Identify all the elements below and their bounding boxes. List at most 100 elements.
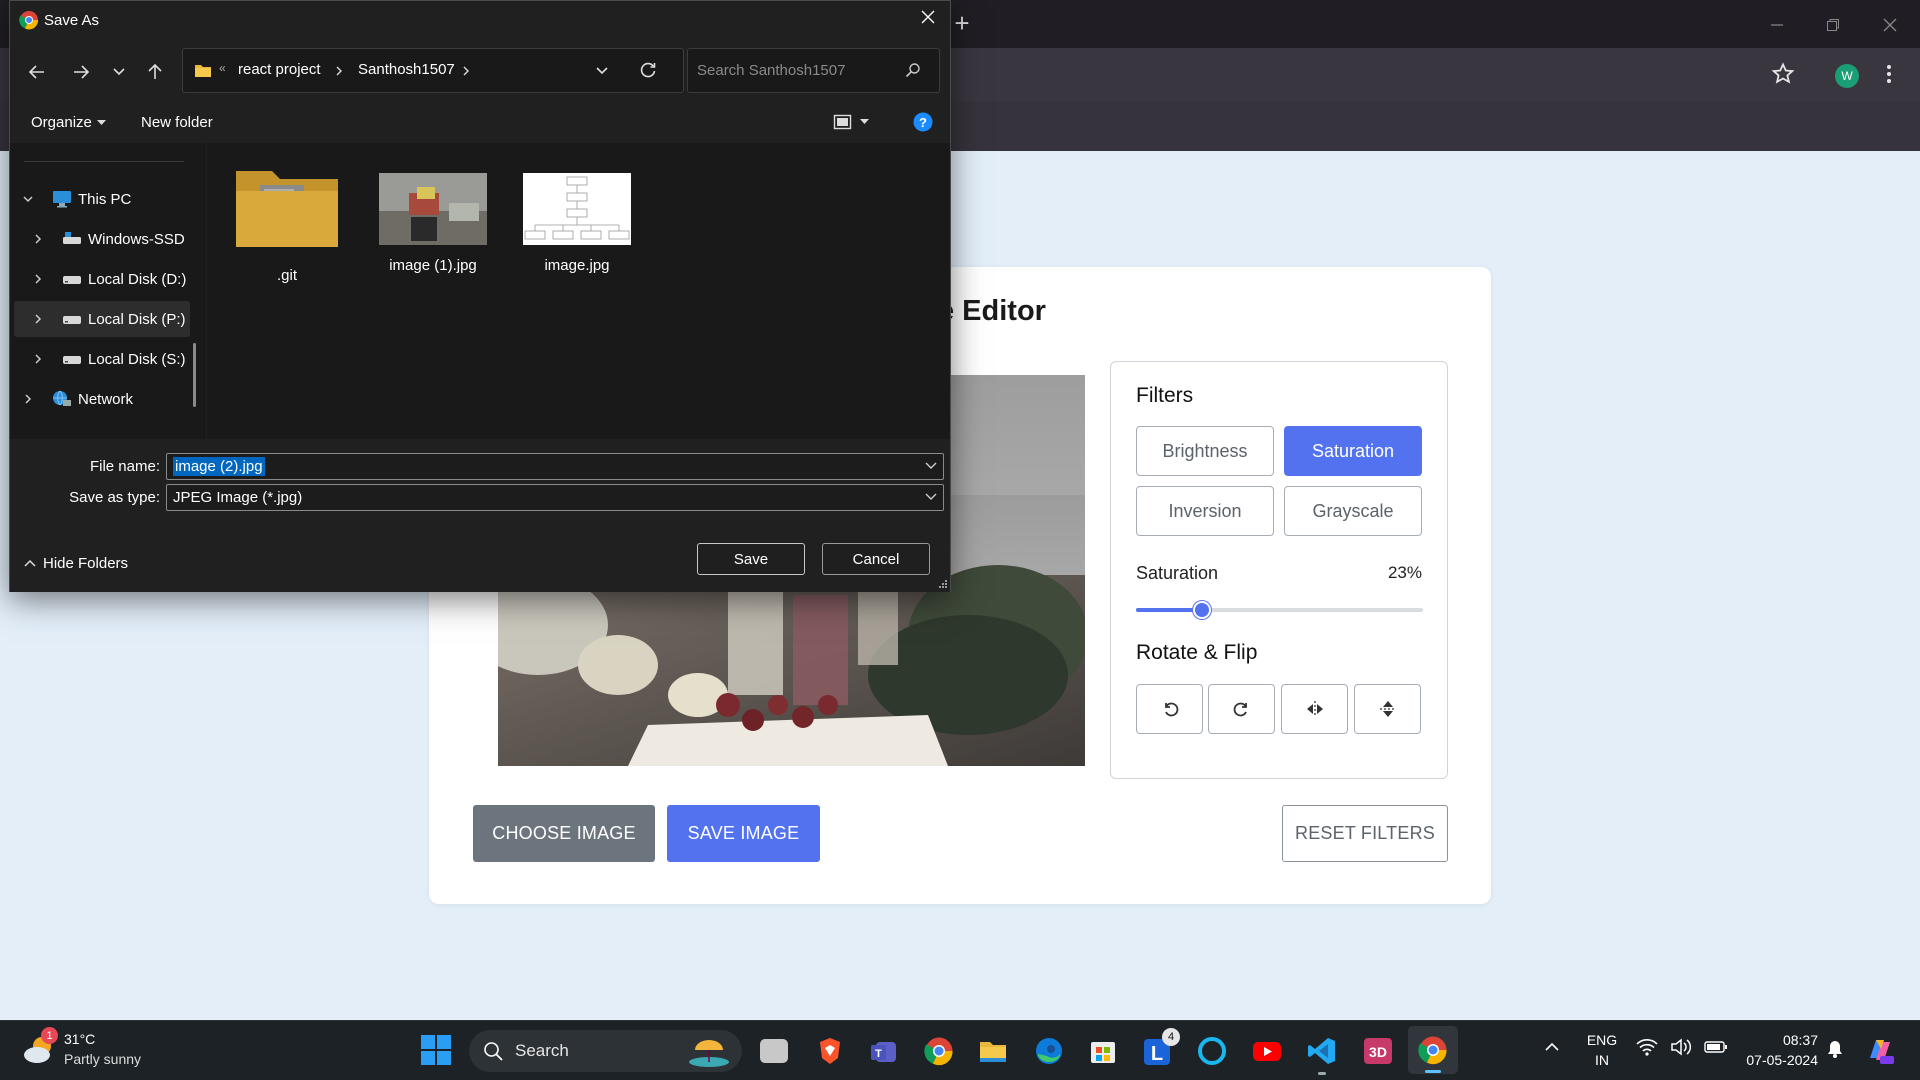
taskbar-search-label: Search xyxy=(515,1041,569,1060)
tree-item-windows-ssd[interactable]: Windows-SSD xyxy=(32,221,202,257)
tree-item-network[interactable]: Network xyxy=(22,381,192,417)
breadcrumb-react-project[interactable]: react project xyxy=(238,61,321,78)
hide-folders-button[interactable]: Hide Folders xyxy=(24,555,128,572)
recent-locations-button[interactable] xyxy=(104,57,134,87)
new-tab-button[interactable]: + xyxy=(950,8,974,39)
active-indicator xyxy=(1425,1070,1441,1073)
chevron-right-icon xyxy=(335,65,343,77)
chevron-right-icon xyxy=(32,233,52,245)
alexa-icon[interactable] xyxy=(1197,1036,1227,1066)
teams-icon[interactable]: T xyxy=(869,1036,899,1066)
new-folder-button[interactable]: New folder xyxy=(141,114,213,131)
dialog-cancel-button[interactable]: Cancel xyxy=(822,543,930,575)
slider-thumb[interactable] xyxy=(1193,601,1211,619)
chevron-down-icon xyxy=(22,193,42,205)
saturation-filter-button[interactable]: Saturation xyxy=(1284,426,1422,476)
slider-value: 23% xyxy=(1387,563,1422,582)
task-view-icon[interactable] xyxy=(760,1039,788,1063)
file-name: .git xyxy=(276,267,297,284)
browser-menu-button[interactable] xyxy=(1885,62,1893,86)
file-item-image[interactable]: image.jpg xyxy=(512,163,642,274)
clock[interactable]: 08:37 07-05-2024 xyxy=(1710,1030,1818,1070)
image-thumbnail xyxy=(523,173,631,245)
rotate-left-button[interactable] xyxy=(1136,684,1203,734)
breadcrumb-santhosh1507[interactable]: Santhosh1507 xyxy=(358,61,455,78)
brightness-filter-button[interactable]: Brightness xyxy=(1136,426,1274,476)
lang-primary: ENG xyxy=(1586,1032,1618,1048)
weather-widget[interactable]: 1 31°C Partly sunny xyxy=(22,1027,172,1073)
close-window-button[interactable] xyxy=(1877,12,1903,38)
dialog-close-button[interactable] xyxy=(920,9,936,25)
chrome-icon[interactable] xyxy=(924,1036,954,1066)
network-icon xyxy=(52,390,72,408)
refresh-icon[interactable] xyxy=(639,61,657,79)
search-icon xyxy=(905,62,921,78)
restore-button[interactable] xyxy=(1820,12,1846,38)
chrome-active-button[interactable] xyxy=(1408,1026,1458,1074)
chevron-up-icon xyxy=(1544,1041,1560,1053)
file-explorer-icon[interactable] xyxy=(978,1036,1008,1066)
dialog-save-button[interactable]: Save xyxy=(697,543,805,575)
chevron-right-icon xyxy=(462,65,470,77)
vscode-icon[interactable] xyxy=(1307,1036,1337,1066)
chevron-right-icon xyxy=(22,393,42,405)
arrow-right-icon xyxy=(72,63,90,81)
chevron-down-icon xyxy=(925,492,937,502)
grayscale-filter-button[interactable]: Grayscale xyxy=(1284,486,1422,536)
search-icon xyxy=(483,1041,503,1061)
youtube-icon[interactable] xyxy=(1252,1036,1282,1066)
file-item-git[interactable]: .git xyxy=(222,163,352,284)
tree-item-local-disk-d[interactable]: Local Disk (D:) xyxy=(32,261,202,297)
taskbar xyxy=(0,1020,1920,1080)
choose-image-button[interactable]: CHOOSE IMAGE xyxy=(473,805,655,862)
save-type-select[interactable]: JPEG Image (*.jpg) xyxy=(166,484,944,511)
breadcrumb-overflow[interactable]: « xyxy=(219,61,226,75)
tree-item-this-pc[interactable]: This PC xyxy=(22,181,192,217)
drive-icon xyxy=(62,351,82,367)
tree-item-local-disk-p[interactable]: Local Disk (P:) xyxy=(14,301,190,337)
3d-app-icon[interactable]: 3D xyxy=(1363,1036,1393,1066)
view-options-button[interactable] xyxy=(833,113,869,131)
saturation-slider[interactable] xyxy=(1136,600,1423,620)
folder-icon xyxy=(194,63,212,78)
address-breadcrumb-bar[interactable]: « react project Santhosh1507 xyxy=(182,48,684,93)
tree-label: Local Disk (S:) xyxy=(88,350,186,368)
bookmark-star-button[interactable] xyxy=(1771,62,1795,86)
file-item-image-1[interactable]: image (1).jpg xyxy=(368,163,498,274)
flip-horizontal-button[interactable] xyxy=(1281,684,1348,734)
back-button[interactable] xyxy=(22,57,52,87)
kebab-menu-icon xyxy=(1885,62,1893,86)
tree-item-local-disk-s[interactable]: Local Disk (S:) xyxy=(32,341,202,377)
edge-icon[interactable] xyxy=(1034,1036,1064,1066)
organize-button[interactable]: Organize xyxy=(31,114,106,131)
show-hidden-icons-button[interactable] xyxy=(1544,1041,1560,1053)
microsoft-store-icon[interactable] xyxy=(1088,1036,1118,1066)
taskbar-search[interactable]: Search xyxy=(469,1030,742,1072)
brave-icon[interactable] xyxy=(815,1036,845,1066)
chrome-icon xyxy=(1418,1035,1448,1065)
profile-avatar[interactable]: W xyxy=(1835,64,1859,88)
start-button[interactable] xyxy=(420,1034,452,1066)
forward-button[interactable] xyxy=(66,57,96,87)
copilot-button[interactable] xyxy=(1864,1034,1896,1066)
tree-label: Network xyxy=(78,390,134,408)
folder-search-box[interactable]: Search Santhosh1507 xyxy=(687,48,940,93)
chevron-down-icon[interactable] xyxy=(925,461,937,471)
notifications-button[interactable] xyxy=(1826,1039,1844,1059)
svg-text:3D: 3D xyxy=(1369,1044,1387,1060)
language-indicator[interactable]: ENG IN xyxy=(1582,1030,1622,1070)
flip-vertical-button[interactable] xyxy=(1354,684,1421,734)
up-button[interactable] xyxy=(140,57,170,87)
help-button[interactable]: ? xyxy=(913,112,933,132)
save-image-button[interactable]: SAVE IMAGE xyxy=(667,805,820,862)
reset-filters-button[interactable]: RESET FILTERS xyxy=(1282,805,1448,862)
inversion-filter-button[interactable]: Inversion xyxy=(1136,486,1274,536)
flip-vertical-icon xyxy=(1378,699,1398,719)
address-dropdown-icon[interactable] xyxy=(595,64,609,78)
resize-grip-icon[interactable] xyxy=(938,579,948,589)
minimize-button[interactable] xyxy=(1764,12,1790,38)
file-name-input[interactable]: image (2).jpg xyxy=(166,453,944,480)
navigation-scrollbar[interactable] xyxy=(193,343,196,407)
weather-badge: 1 xyxy=(41,1027,58,1044)
rotate-right-button[interactable] xyxy=(1208,684,1275,734)
